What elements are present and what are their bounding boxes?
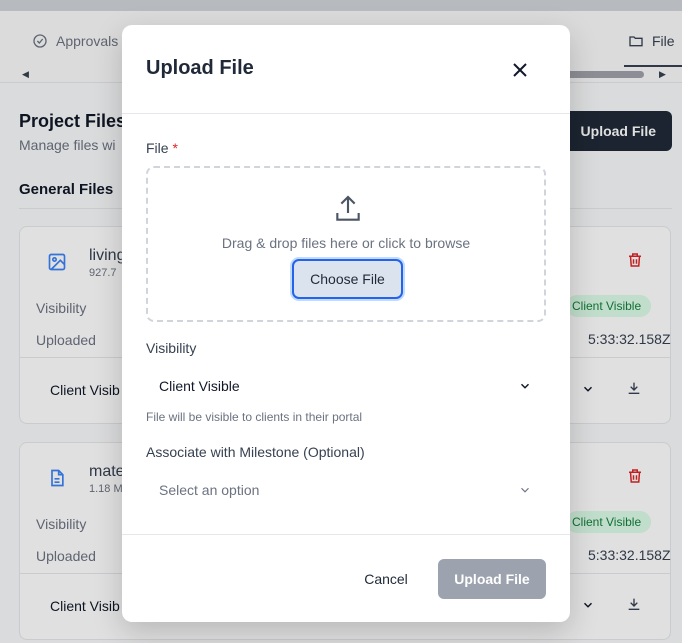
milestone-select[interactable]: Select an option [146, 473, 546, 507]
upload-file-button[interactable]: Upload File [438, 559, 546, 599]
cancel-button[interactable]: Cancel [352, 559, 420, 599]
modal-title: Upload File [146, 57, 254, 79]
visibility-help-text: File will be visible to clients in their… [146, 410, 363, 424]
required-mark: * [172, 140, 178, 156]
choose-file-button[interactable]: Choose File [292, 259, 403, 299]
chevron-down-icon [520, 383, 530, 389]
chevron-down-icon [521, 487, 529, 493]
modal-header-divider [122, 113, 570, 114]
upload-icon [336, 195, 360, 221]
milestone-label: Associate with Milestone (Optional) [146, 444, 365, 460]
dropzone-text: Drag & drop files here or click to brows… [221, 235, 471, 251]
upload-file-modal: Upload File File * Drag & drop files her… [122, 25, 570, 622]
visibility-select[interactable]: Client Visible [146, 369, 546, 403]
milestone-placeholder: Select an option [159, 482, 260, 498]
visibility-value: Client Visible [159, 378, 240, 394]
close-icon[interactable] [508, 58, 532, 82]
file-label: File * [146, 140, 178, 156]
file-dropzone[interactable]: Drag & drop files here or click to brows… [146, 166, 546, 322]
file-label-text: File [146, 140, 169, 156]
visibility-label: Visibility [146, 340, 197, 356]
modal-footer-divider [122, 534, 570, 535]
